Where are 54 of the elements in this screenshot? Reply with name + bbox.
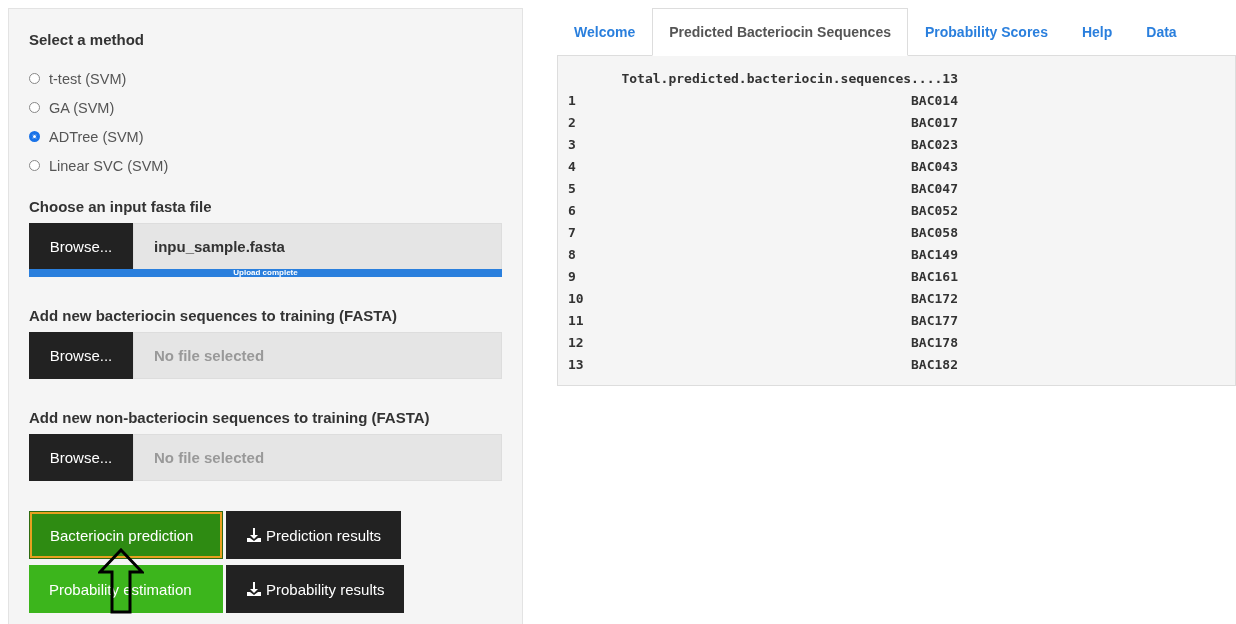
file-name-field[interactable]: inpu_sample.fasta	[133, 223, 502, 270]
radio-button[interactable]	[29, 73, 40, 84]
sequence-id: BAC149	[911, 246, 958, 264]
radio-button[interactable]	[29, 131, 40, 142]
row-index: 5	[568, 180, 576, 198]
progress-text: Upload complete	[232, 268, 299, 278]
radio-button[interactable]	[29, 102, 40, 113]
download-button[interactable]: Probability results	[226, 565, 405, 613]
sequence-id: BAC177	[911, 312, 958, 330]
row-index: 13	[568, 356, 584, 374]
sequence-id: BAC014	[911, 92, 958, 110]
tab[interactable]: Help	[1064, 8, 1130, 56]
row-index: 6	[568, 202, 576, 220]
tab[interactable]: Predicted Bacteriocin Sequences	[652, 8, 908, 56]
method-label: Select a method	[29, 31, 146, 48]
radio-label[interactable]: ADTree (SVM)	[49, 128, 144, 145]
row-index: 11	[568, 312, 584, 330]
sequence-id: BAC172	[911, 290, 958, 308]
sequence-id: BAC017	[911, 114, 958, 132]
file-input-label: Add new non-bacteriocin sequences to training (FASTA)	[29, 409, 431, 426]
row-index: 2	[568, 114, 576, 132]
browse-button[interactable]: Browse...	[29, 223, 133, 270]
radio-label[interactable]: t-test (SVM)	[49, 70, 127, 87]
browse-button[interactable]: Browse...	[29, 434, 133, 481]
tab[interactable]: Probability Scores	[908, 8, 1065, 56]
download-icon	[246, 527, 262, 543]
radio-label[interactable]: Linear SVC (SVM)	[49, 157, 169, 174]
sequence-id: BAC161	[911, 268, 958, 286]
download-button[interactable]: Prediction results	[226, 511, 402, 559]
tab[interactable]: Welcome	[557, 8, 653, 56]
file-input-label: Add new bacteriocin sequences to training (FASTA)	[29, 307, 399, 324]
sequence-id: BAC178	[911, 334, 958, 352]
tab[interactable]: Data	[1129, 8, 1194, 56]
row-index: 3	[568, 136, 576, 154]
sequence-id: BAC047	[911, 180, 958, 198]
sequence-id: BAC043	[911, 158, 958, 176]
sequence-id: BAC052	[911, 202, 958, 220]
file-input-label: Choose an input fasta file	[29, 198, 213, 215]
action-button[interactable]: Bacteriocin prediction	[29, 511, 223, 559]
row-index: 1	[568, 92, 576, 110]
row-index: 7	[568, 224, 576, 242]
download-icon	[246, 581, 262, 597]
radio-button[interactable]	[29, 160, 40, 171]
sequence-id: BAC058	[911, 224, 958, 242]
row-index: 4	[568, 158, 576, 176]
row-index: 8	[568, 246, 576, 264]
output-header: Total.predicted.bacteriocin.sequences....13	[620, 70, 958, 88]
sequence-id: BAC182	[911, 356, 958, 374]
row-index: 12	[568, 334, 584, 352]
row-index: 9	[568, 268, 576, 286]
radio-label[interactable]: GA (SVM)	[49, 99, 115, 116]
sequence-id: BAC023	[911, 136, 958, 154]
browse-button[interactable]: Browse...	[29, 332, 133, 379]
row-index: 10	[568, 290, 584, 308]
